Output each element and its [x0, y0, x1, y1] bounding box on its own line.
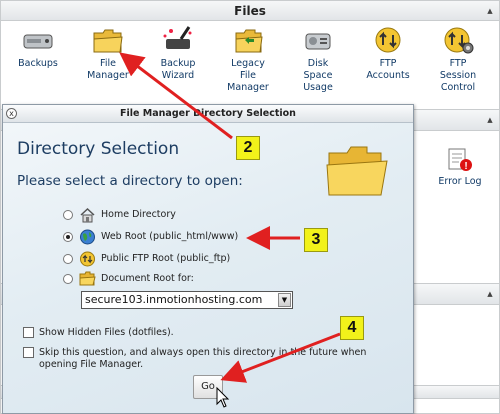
disk-icon: [301, 25, 335, 55]
app-label: FTP Session Control: [439, 58, 477, 93]
error-log-icon: !: [445, 147, 475, 173]
files-title: Files: [234, 4, 266, 18]
show-hidden-checkbox[interactable]: [23, 327, 34, 338]
app-error-log[interactable]: ! Error Log: [427, 147, 493, 187]
skip-question-checkbox[interactable]: [23, 347, 34, 358]
radio-web-root[interactable]: [63, 232, 73, 242]
ftp-icon: [79, 251, 96, 267]
app-ftp-session-control[interactable]: FTP Session Control: [421, 25, 495, 94]
app-label: Disk Space Usage: [303, 58, 333, 93]
skip-question-label: Skip this question, and always open this…: [39, 347, 367, 370]
collapse-up-icon[interactable]: ▲: [485, 289, 495, 299]
wizard-wand-icon: [161, 25, 195, 55]
collapse-up-icon[interactable]: ▲: [485, 6, 495, 16]
app-backups[interactable]: Backups: [1, 25, 75, 70]
dialog-title: File Manager Directory Selection: [120, 108, 296, 119]
files-header: Files ▲: [1, 1, 499, 21]
ftp-accounts-icon: [371, 25, 405, 55]
collapse-up-icon[interactable]: ▲: [485, 115, 495, 125]
app-file-manager[interactable]: File Manager: [71, 25, 145, 82]
app-label: Legacy File Manager: [227, 58, 269, 93]
radio-public-ftp[interactable]: [63, 254, 73, 264]
app-legacy-file-manager[interactable]: Legacy File Manager: [211, 25, 285, 94]
app-label: Error Log: [438, 176, 482, 187]
dialog-prompt: Please select a directory to open:: [17, 173, 243, 189]
option-label: Web Root (public_html/www): [101, 231, 239, 242]
backups-drive-icon: [21, 25, 55, 55]
app-label: Backups: [18, 58, 58, 69]
radio-home[interactable]: [63, 210, 73, 220]
legacy-folder-icon: [231, 25, 265, 55]
option-label: Document Root for:: [101, 273, 194, 284]
chevron-down-icon[interactable]: ▼: [278, 293, 291, 307]
step-badge-2: 2: [236, 136, 260, 160]
app-label: File Manager: [87, 58, 129, 81]
domain-select[interactable]: secure103.inmotionhosting.com ▼: [81, 291, 293, 309]
large-folder-icon: [323, 143, 389, 199]
home-icon: [79, 207, 96, 223]
app-disk-space-usage[interactable]: Disk Space Usage: [281, 25, 355, 94]
app-label: FTP Accounts: [366, 58, 410, 81]
radio-document-root[interactable]: [63, 274, 73, 284]
app-label: Backup Wizard: [160, 58, 196, 81]
option-label: Home Directory: [101, 209, 176, 220]
folder-icon: [79, 271, 96, 287]
globe-icon: [79, 229, 96, 245]
show-hidden-label: Show Hidden Files (dotfiles).: [39, 327, 174, 338]
ftp-session-icon: [441, 25, 475, 55]
app-ftp-accounts[interactable]: FTP Accounts: [351, 25, 425, 82]
option-label: Public FTP Root (public_ftp): [101, 253, 231, 264]
directory-selection-dialog: x File Manager Directory Selection Direc…: [2, 104, 414, 414]
step-badge-3: 3: [304, 228, 328, 252]
folder-icon: [91, 25, 125, 55]
step-badge-4: 4: [340, 316, 364, 340]
close-icon[interactable]: x: [6, 108, 17, 119]
svg-text:!: !: [464, 161, 467, 172]
files-app-row: Backups File Manager Backup Wizard Legac…: [1, 25, 500, 105]
dialog-titlebar: x File Manager Directory Selection: [3, 105, 413, 123]
domain-select-value: secure103.inmotionhosting.com: [85, 293, 263, 306]
go-button[interactable]: Go: [193, 375, 223, 399]
dialog-heading: Directory Selection: [17, 139, 180, 159]
app-backup-wizard[interactable]: Backup Wizard: [141, 25, 215, 82]
